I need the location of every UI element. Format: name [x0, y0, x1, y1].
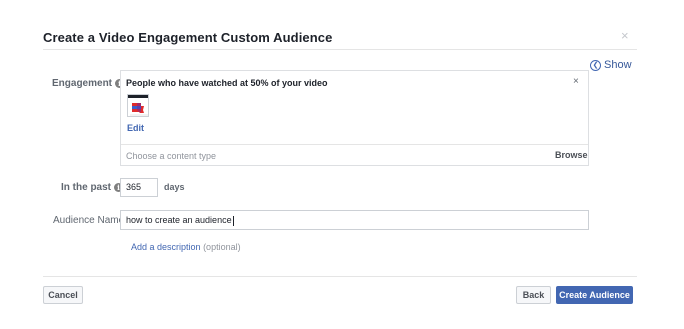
days-unit-label: days	[164, 182, 185, 192]
footer-divider	[43, 276, 637, 277]
audience-name-value: how to create an audience	[126, 215, 232, 225]
cancel-button[interactable]: Cancel	[43, 286, 83, 304]
show-link[interactable]: ❮ Show	[590, 59, 632, 71]
optional-label: (optional)	[203, 242, 241, 252]
create-audience-button[interactable]: Create Audience	[556, 286, 633, 304]
video-thumbnail	[127, 94, 149, 117]
engagement-label: Engagement	[52, 78, 113, 89]
add-description-link[interactable]: Add a description	[131, 242, 201, 252]
custom-audience-dialog: Create a Video Engagement Custom Audienc…	[0, 0, 684, 329]
engagement-divider	[121, 144, 588, 145]
back-button[interactable]: Back	[516, 286, 551, 304]
remove-engagement-icon[interactable]: ×	[573, 76, 579, 87]
content-type-input[interactable]: Choose a content type	[126, 151, 216, 161]
retention-label-row: In the past i	[61, 182, 124, 193]
add-description-row: Add a description (optional)	[131, 242, 241, 252]
text-caret	[232, 215, 234, 226]
audience-name-label: Audience Name	[53, 215, 125, 226]
retention-days-input[interactable]: 365	[120, 178, 158, 197]
close-icon[interactable]: ×	[621, 29, 629, 43]
engagement-selection: People who have watched at 50% of your v…	[126, 78, 328, 88]
dialog-title: Create a Video Engagement Custom Audienc…	[43, 30, 333, 45]
audience-name-input[interactable]: how to create an audience	[120, 210, 589, 230]
engagement-box: People who have watched at 50% of your v…	[120, 70, 589, 166]
audience-name-label-row: Audience Name	[53, 215, 124, 226]
header-divider	[43, 49, 637, 50]
edit-link[interactable]: Edit	[127, 123, 144, 133]
engagement-label-row: Engagement i	[52, 78, 125, 89]
show-label: Show	[604, 59, 632, 71]
retention-label: In the past	[61, 182, 112, 193]
browse-button[interactable]: Browse	[555, 150, 588, 160]
chevron-left-icon: ❮	[590, 59, 601, 71]
